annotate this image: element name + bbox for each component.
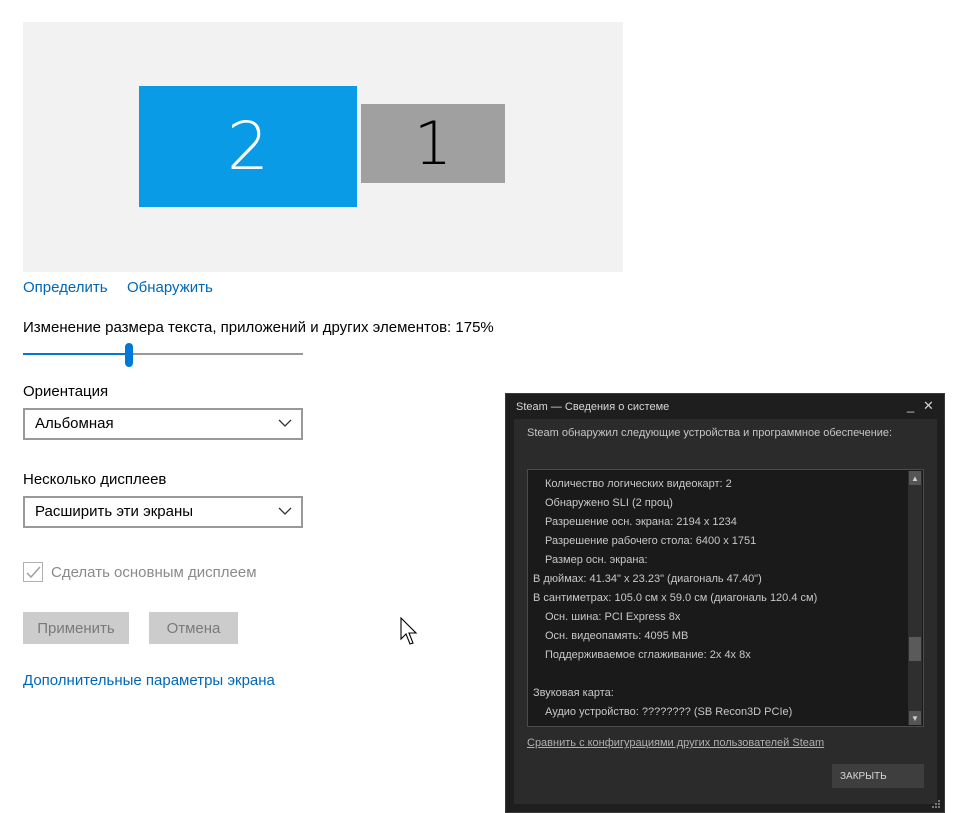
main-display-checkbox[interactable]: [23, 562, 43, 582]
scrollbar-thumb[interactable]: [909, 637, 921, 661]
main-display-label: Сделать основным дисплеем: [51, 564, 257, 581]
steam-content-panel: Steam обнаружил следующие устройства и п…: [514, 419, 937, 804]
system-info-line: Звуковая карта:: [533, 687, 614, 699]
scrollbar[interactable]: ▲ ▼: [908, 471, 922, 725]
resize-grip-icon[interactable]: [931, 799, 941, 809]
monitor-2-tile[interactable]: 2: [139, 86, 357, 207]
close-icon[interactable]: ✕: [923, 398, 934, 414]
system-info-list[interactable]: Количество логических видеокарт: 2 Обнару…: [527, 469, 924, 727]
checkmark-icon: [26, 566, 41, 579]
system-info-line: Осн. видеопамять: 4095 MB: [545, 630, 689, 642]
monitor-1-tile[interactable]: 1: [361, 104, 505, 183]
orientation-label: Ориентация: [23, 383, 109, 400]
chevron-down-icon: [278, 419, 292, 427]
steam-window-title: Steam — Сведения о системе: [516, 401, 670, 413]
multi-display-dropdown[interactable]: Расширить эти экраны: [23, 496, 303, 528]
scale-label: Изменение размера текста, приложений и д…: [23, 319, 494, 336]
system-info-line: Осн. шина: PCI Express 8x: [545, 611, 681, 623]
steam-close-button[interactable]: ЗАКРЫТЬ: [832, 764, 924, 788]
multi-display-value: Расширить эти экраны: [35, 503, 194, 520]
orientation-value: Альбомная: [35, 415, 114, 432]
system-info-line: Разрешение осн. экрана: 2194 x 1234: [545, 516, 737, 528]
system-info-line: В дюймах: 41.34" x 23.23" (диагональ 47.…: [533, 573, 762, 585]
apply-button[interactable]: Применить: [23, 612, 129, 644]
page-heading-cropped: [23, 0, 323, 4]
system-info-line: В сантиметрах: 105.0 см x 59.0 см (диаго…: [533, 592, 818, 604]
identify-link[interactable]: Определить: [23, 279, 108, 296]
multi-display-label: Несколько дисплеев: [23, 471, 167, 488]
advanced-display-settings-link[interactable]: Дополнительные параметры экрана: [23, 672, 275, 689]
scroll-down-arrow-icon[interactable]: ▼: [909, 711, 921, 725]
system-info-line: Размер осн. экрана:: [545, 554, 648, 566]
steam-intro-text: Steam обнаружил следующие устройства и п…: [527, 427, 893, 439]
scale-slider-thumb[interactable]: [125, 343, 134, 367]
scroll-up-arrow-icon[interactable]: ▲: [909, 471, 921, 485]
orientation-dropdown[interactable]: Альбомная: [23, 408, 303, 440]
cancel-button[interactable]: Отмена: [149, 612, 238, 644]
chevron-down-icon: [278, 507, 292, 515]
mouse-cursor-icon: [400, 617, 418, 645]
display-arrangement[interactable]: 2 1: [23, 22, 623, 272]
system-info-line: Количество логических видеокарт: 2: [545, 478, 732, 490]
compare-configurations-link[interactable]: Сравнить с конфигурациями других пользов…: [527, 737, 824, 749]
scale-slider[interactable]: [23, 343, 303, 367]
system-info-line: Обнаружено SLI (2 проц): [545, 497, 673, 509]
steam-system-info-window: Steam — Сведения о системе _ ✕ Steam обн…: [505, 393, 945, 813]
scale-slider-fill: [23, 353, 130, 355]
minimize-icon[interactable]: _: [907, 398, 914, 413]
system-info-line: Поддерживаемое сглаживание: 2x 4x 8x: [545, 649, 751, 661]
detect-link[interactable]: Обнаружить: [127, 279, 213, 296]
system-info-line: Аудио устройство: ???????? (SB Recon3D P…: [545, 706, 793, 718]
system-info-line: Разрешение рабочего стола: 6400 x 1751: [545, 535, 757, 547]
